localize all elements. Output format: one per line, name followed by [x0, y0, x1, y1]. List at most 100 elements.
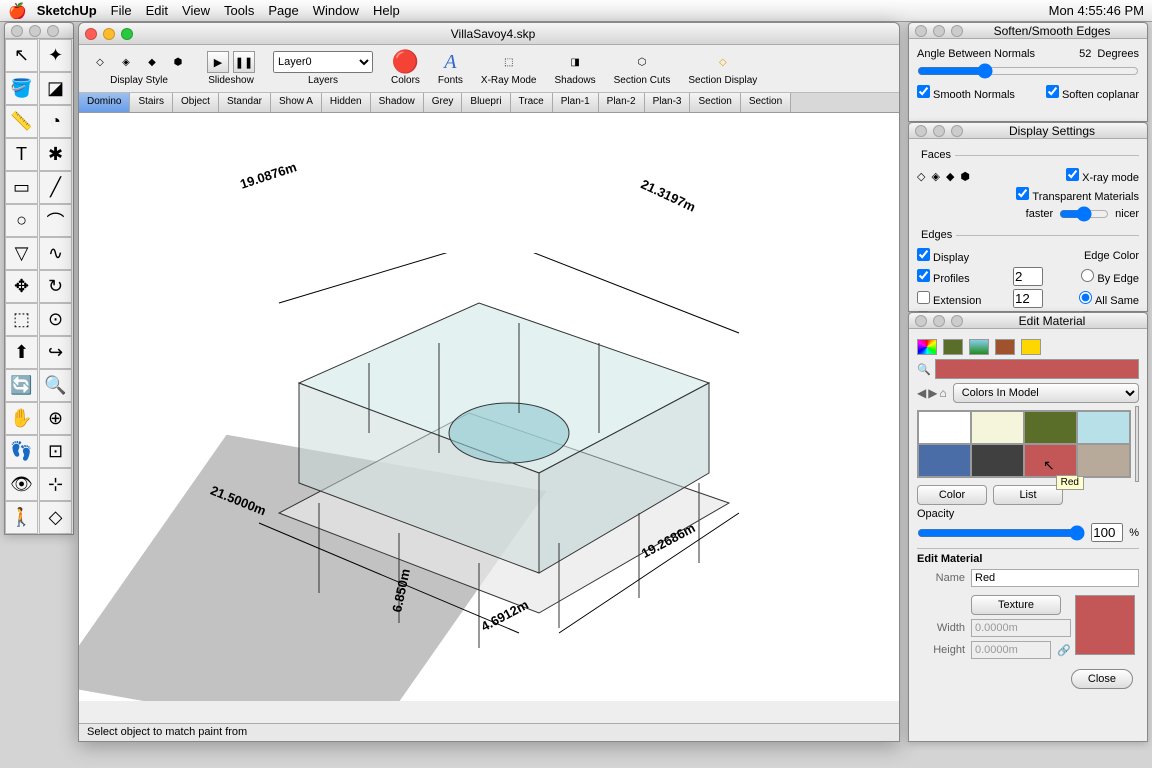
angle-slider[interactable] — [917, 63, 1139, 79]
tab-grey[interactable]: Grey — [424, 93, 463, 112]
tab-show-a[interactable]: Show A — [271, 93, 322, 112]
style-wireframe-icon[interactable]: ◇ — [89, 51, 111, 73]
transparent-check[interactable]: Transparent Materials — [1016, 187, 1139, 203]
all-same-radio[interactable]: All Same — [1079, 291, 1139, 307]
opacity-slider[interactable] — [917, 525, 1085, 541]
current-material-swatch[interactable] — [935, 359, 1139, 379]
face-style-4-icon[interactable]: ⬢ — [960, 170, 970, 183]
tab-domino[interactable]: Domino — [79, 93, 130, 112]
app-name[interactable]: SketchUp — [37, 3, 97, 18]
polygon-tool[interactable]: ▽ — [5, 237, 38, 270]
swatch-yellow-icon[interactable] — [1021, 339, 1041, 355]
lasso-tool[interactable]: ✦ — [39, 39, 72, 72]
window-titlebar[interactable]: VillaSavoy4.skp — [79, 23, 899, 45]
circle-tool[interactable]: ○ — [5, 204, 38, 237]
shadows-icon[interactable]: ◨ — [564, 51, 586, 73]
color-blue[interactable] — [918, 444, 971, 477]
xray-mode-check[interactable]: X-ray mode — [1066, 168, 1139, 184]
profiles-check[interactable]: Profiles — [917, 269, 1007, 285]
color-beige[interactable] — [971, 411, 1024, 444]
tab-shadow[interactable]: Shadow — [371, 93, 424, 112]
color-white[interactable] — [918, 411, 971, 444]
fonts-icon[interactable]: A — [439, 51, 461, 73]
followme-tool[interactable]: ↪ — [39, 336, 72, 369]
text-tool[interactable]: T — [5, 138, 38, 171]
menu-window[interactable]: Window — [313, 3, 359, 18]
list-mode-button[interactable]: List — [993, 485, 1063, 505]
zoom-window-tool[interactable]: ⊕ — [39, 402, 72, 435]
look-tool[interactable]: 👁 — [5, 468, 38, 501]
section-display-icon[interactable]: ◇ — [712, 51, 734, 73]
zoom-tool[interactable]: 🔍 — [39, 369, 72, 402]
extension-input[interactable] — [1013, 289, 1043, 308]
menu-help[interactable]: Help — [373, 3, 400, 18]
move-tool[interactable]: ✥ — [5, 270, 38, 303]
rotate-tool[interactable]: ↻ — [39, 270, 72, 303]
tape-tool[interactable]: 📏 — [5, 105, 38, 138]
xray-icon[interactable]: ⬚ — [498, 51, 520, 73]
swatch-landscape-icon[interactable] — [969, 339, 989, 355]
layer-select[interactable]: Layer0 — [273, 51, 373, 73]
tab-plan2[interactable]: Plan-2 — [599, 93, 645, 112]
scale-tool[interactable]: ⬚ — [5, 303, 38, 336]
color-wheel-icon[interactable] — [917, 339, 937, 355]
menu-edit[interactable]: Edit — [146, 3, 168, 18]
pan-tool[interactable]: ✋ — [5, 402, 38, 435]
home-icon[interactable]: ⌂ — [939, 386, 946, 400]
menu-view[interactable]: View — [182, 3, 210, 18]
profiles-input[interactable] — [1013, 267, 1043, 286]
tab-trace[interactable]: Trace — [511, 93, 553, 112]
swatch-green-icon[interactable] — [943, 339, 963, 355]
orbit-tool[interactable]: 🔄 — [5, 369, 38, 402]
material-library-select[interactable]: Colors In Model — [953, 383, 1139, 403]
soften-coplanar-check[interactable]: Soften coplanar — [1046, 85, 1139, 101]
face-style-3-icon[interactable]: ◆ — [946, 170, 954, 183]
display-edges-check[interactable]: Display — [917, 248, 969, 264]
smooth-normals-check[interactable]: Smooth Normals — [917, 85, 1015, 101]
style-textured-icon[interactable]: ⬢ — [167, 51, 189, 73]
person-tool[interactable]: 🚶 — [5, 501, 38, 534]
offset-tool[interactable]: ⊙ — [39, 303, 72, 336]
minimize-icon[interactable] — [103, 28, 115, 40]
colors-icon[interactable]: 🔴 — [394, 51, 416, 73]
style-hidden-icon[interactable]: ◈ — [115, 51, 137, 73]
zoom-extents-tool[interactable]: ⊡ — [39, 435, 72, 468]
rectangle-tool[interactable]: ▭ — [5, 171, 38, 204]
face-style-1-icon[interactable]: ◇ — [917, 170, 925, 183]
section-cuts-icon[interactable]: ⬡ — [631, 51, 653, 73]
pushpull-tool[interactable]: ⬆ — [5, 336, 38, 369]
extension-check[interactable]: Extension — [917, 291, 1007, 307]
texture-button[interactable]: Texture — [971, 595, 1061, 615]
tab-hidden[interactable]: Hidden — [322, 93, 371, 112]
axes-tool[interactable]: ✱ — [39, 138, 72, 171]
position-tool[interactable]: ⊹ — [39, 468, 72, 501]
color-grid-scrollbar[interactable] — [1135, 406, 1139, 482]
viewport[interactable]: 19.0876m 21.3197m 21.5000m 19.2686m 6.85… — [79, 113, 899, 701]
close-button[interactable]: Close — [1071, 669, 1133, 689]
tab-stairs[interactable]: Stairs — [130, 93, 173, 112]
paint-tool[interactable]: 🪣 — [5, 72, 38, 105]
material-name-input[interactable] — [971, 569, 1139, 587]
tab-blueprint[interactable]: Bluepri — [462, 93, 510, 112]
color-darkgray[interactable] — [971, 444, 1024, 477]
protractor-tool[interactable]: ◔ — [39, 105, 72, 138]
quality-slider[interactable] — [1059, 206, 1109, 222]
select-tool[interactable]: ↖ — [5, 39, 38, 72]
tab-standard[interactable]: Standar — [219, 93, 271, 112]
line-tool[interactable]: ╱ — [39, 171, 72, 204]
color-mode-button[interactable]: Color — [917, 485, 987, 505]
tab-section1[interactable]: Section — [690, 93, 740, 112]
eraser-tool[interactable]: ◪ — [39, 72, 72, 105]
menu-page[interactable]: Page — [268, 3, 298, 18]
style-shaded-icon[interactable]: ◆ — [141, 51, 163, 73]
tab-object[interactable]: Object — [173, 93, 219, 112]
swatch-brick-icon[interactable] — [995, 339, 1015, 355]
maximize-icon[interactable] — [121, 28, 133, 40]
section-tool[interactable]: ◇ — [39, 501, 72, 534]
freehand-tool[interactable]: ∿ — [39, 237, 72, 270]
face-style-2-icon[interactable]: ◈ — [931, 170, 939, 183]
arc-tool[interactable]: ⌒ — [39, 204, 72, 237]
by-edge-radio[interactable]: By Edge — [1081, 269, 1139, 285]
apple-menu-icon[interactable]: 🍎 — [8, 2, 27, 20]
menu-tools[interactable]: Tools — [224, 3, 254, 18]
